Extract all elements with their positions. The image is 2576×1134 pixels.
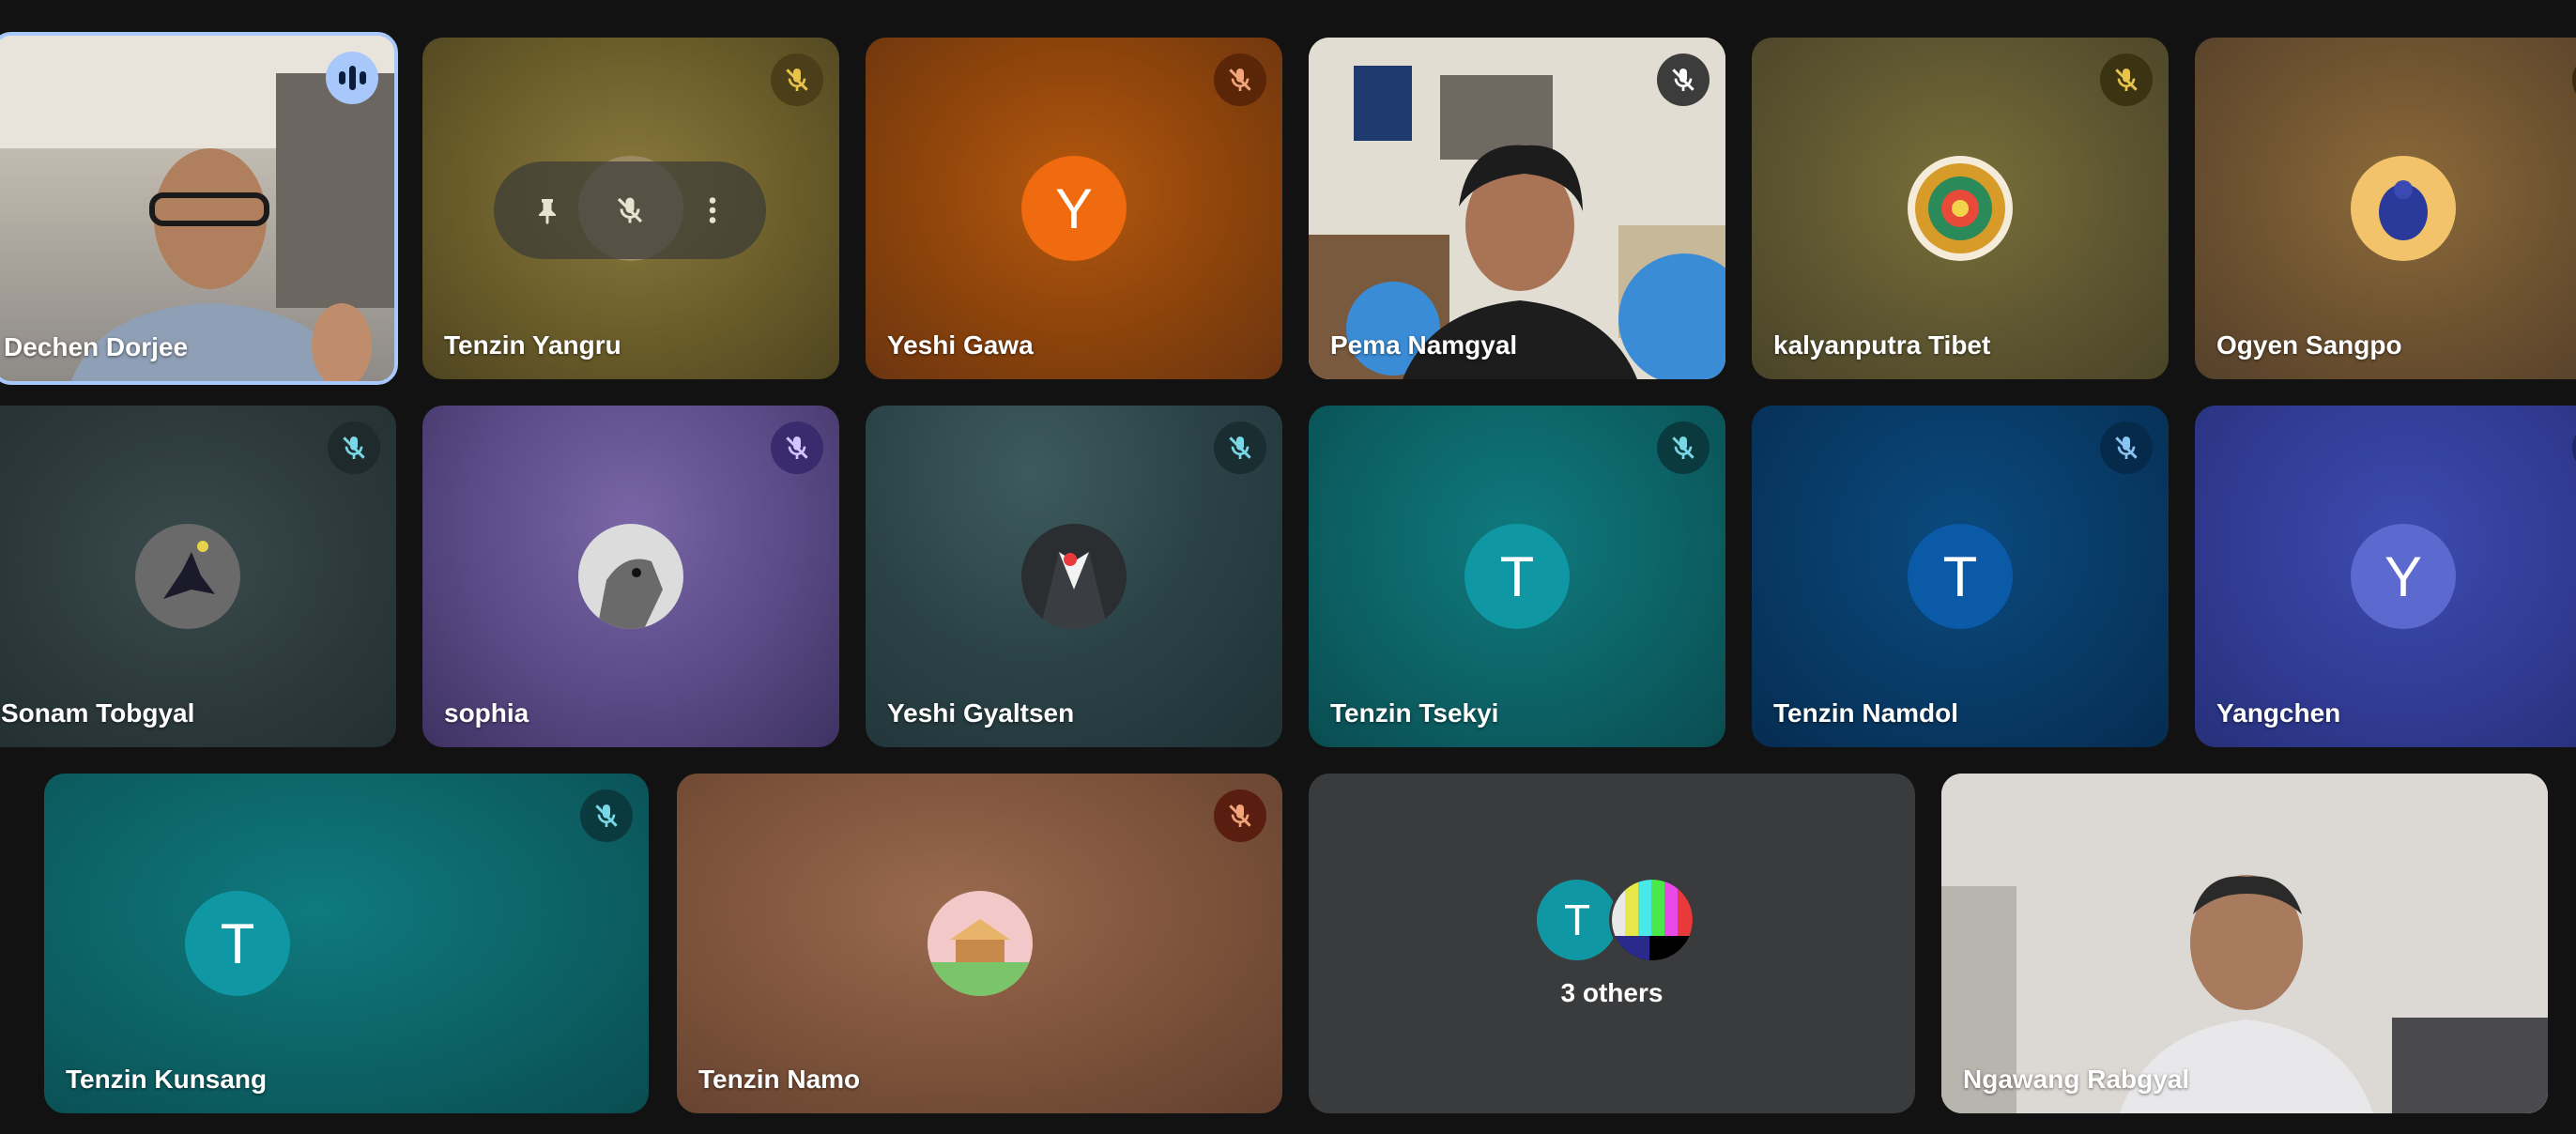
mic-off-icon [1214, 54, 1266, 106]
participant-tile-yangchen[interactable]: Y Yangchen [2195, 406, 2576, 747]
avatar: Y [1021, 156, 1127, 261]
participant-tile-tenzin-yangru[interactable]: Tenzin Yangru [422, 38, 839, 379]
others-tile[interactable]: T 3 others [1309, 774, 1915, 1113]
participant-tile-tenzin-tsekyi[interactable]: T Tenzin Tsekyi [1309, 406, 1725, 747]
mic-off-icon [2100, 54, 2153, 106]
mic-off-icon [771, 421, 823, 474]
mic-off-icon [1657, 54, 1710, 106]
participant-name: sophia [444, 698, 529, 728]
participant-name: kalyanputra Tibet [1773, 330, 1991, 360]
participant-tile-dechen-dorjee[interactable]: Dechen Dorjee [0, 32, 398, 385]
participant-tile-sonam-tobgyal[interactable]: Sonam Tobgyal [0, 406, 396, 747]
others-avatar-stack: T [1534, 877, 1699, 963]
participant-name: Tenzin Namo [698, 1065, 861, 1094]
others-count-label: 3 others [1560, 978, 1664, 1007]
avatar: Y [2351, 524, 2456, 629]
participant-name: Pema Namgyal [1330, 330, 1518, 360]
participant-tile-kalyanputra-tibet[interactable]: kalyanputra Tibet [1752, 38, 2169, 379]
mic-off-icon [1214, 789, 1266, 842]
mic-off-icon [580, 789, 633, 842]
participant-tile-yeshi-gawa[interactable]: Y Yeshi Gawa [866, 38, 1282, 379]
avatar: T [185, 891, 291, 996]
participant-tile-pema-namgyal[interactable]: Pema Namgyal [1309, 38, 1725, 379]
avatar [578, 524, 683, 629]
participant-tile-ogyen-sangpo[interactable]: Ogyen Sangpo [2195, 38, 2576, 379]
participant-name: Tenzin Yangru [444, 330, 621, 360]
participant-name: Yeshi Gyaltsen [887, 698, 1075, 728]
mic-off-icon [2572, 54, 2576, 106]
avatar [135, 524, 240, 629]
participant-name: Tenzin Tsekyi [1330, 698, 1499, 728]
mic-off-icon [1657, 421, 1710, 474]
mic-off-icon [1214, 421, 1266, 474]
participant-tile-tenzin-namdol[interactable]: T Tenzin Namdol [1752, 406, 2169, 747]
tile-hover-controls [494, 161, 766, 259]
mic-off-icon [771, 54, 823, 106]
participant-name: Ngawang Rabgyal [1963, 1065, 2190, 1094]
video-feed [1941, 774, 2548, 1113]
avatar [1609, 877, 1695, 963]
mic-off-icon[interactable] [606, 187, 653, 234]
mic-off-icon [2100, 421, 2153, 474]
avatar: T [1908, 524, 2013, 629]
participant-tile-yeshi-gyaltsen[interactable]: Yeshi Gyaltsen [866, 406, 1282, 747]
participant-name: Dechen Dorjee [4, 332, 189, 361]
participant-name: Ogyen Sangpo [2216, 330, 2402, 360]
pin-icon[interactable] [524, 187, 571, 234]
mic-off-icon [2572, 421, 2576, 474]
avatar [1021, 524, 1127, 629]
participant-name: Tenzin Namdol [1773, 698, 1959, 728]
participant-name: Sonam Tobgyal [1, 698, 195, 728]
participant-name: Yeshi Gawa [887, 330, 1034, 360]
participant-name: Yangchen [2216, 698, 2341, 728]
mic-off-icon [328, 421, 380, 474]
participant-tile-sophia[interactable]: sophia [422, 406, 839, 747]
participant-tile-ngawang-rabgyal[interactable]: Ngawang Rabgyal [1941, 774, 2548, 1113]
avatar [1908, 156, 2013, 261]
avatar: T [1534, 877, 1620, 963]
more-vert-icon[interactable] [689, 187, 736, 234]
avatar [927, 891, 1033, 996]
avatar: T [1464, 524, 1570, 629]
participant-name: Tenzin Kunsang [66, 1065, 268, 1094]
avatar [2351, 156, 2456, 261]
participant-tile-tenzin-kunsang[interactable]: T Tenzin Kunsang [44, 774, 649, 1113]
speaking-indicator-icon [326, 52, 378, 104]
participant-tile-tenzin-namo[interactable]: Tenzin Namo [677, 774, 1282, 1113]
